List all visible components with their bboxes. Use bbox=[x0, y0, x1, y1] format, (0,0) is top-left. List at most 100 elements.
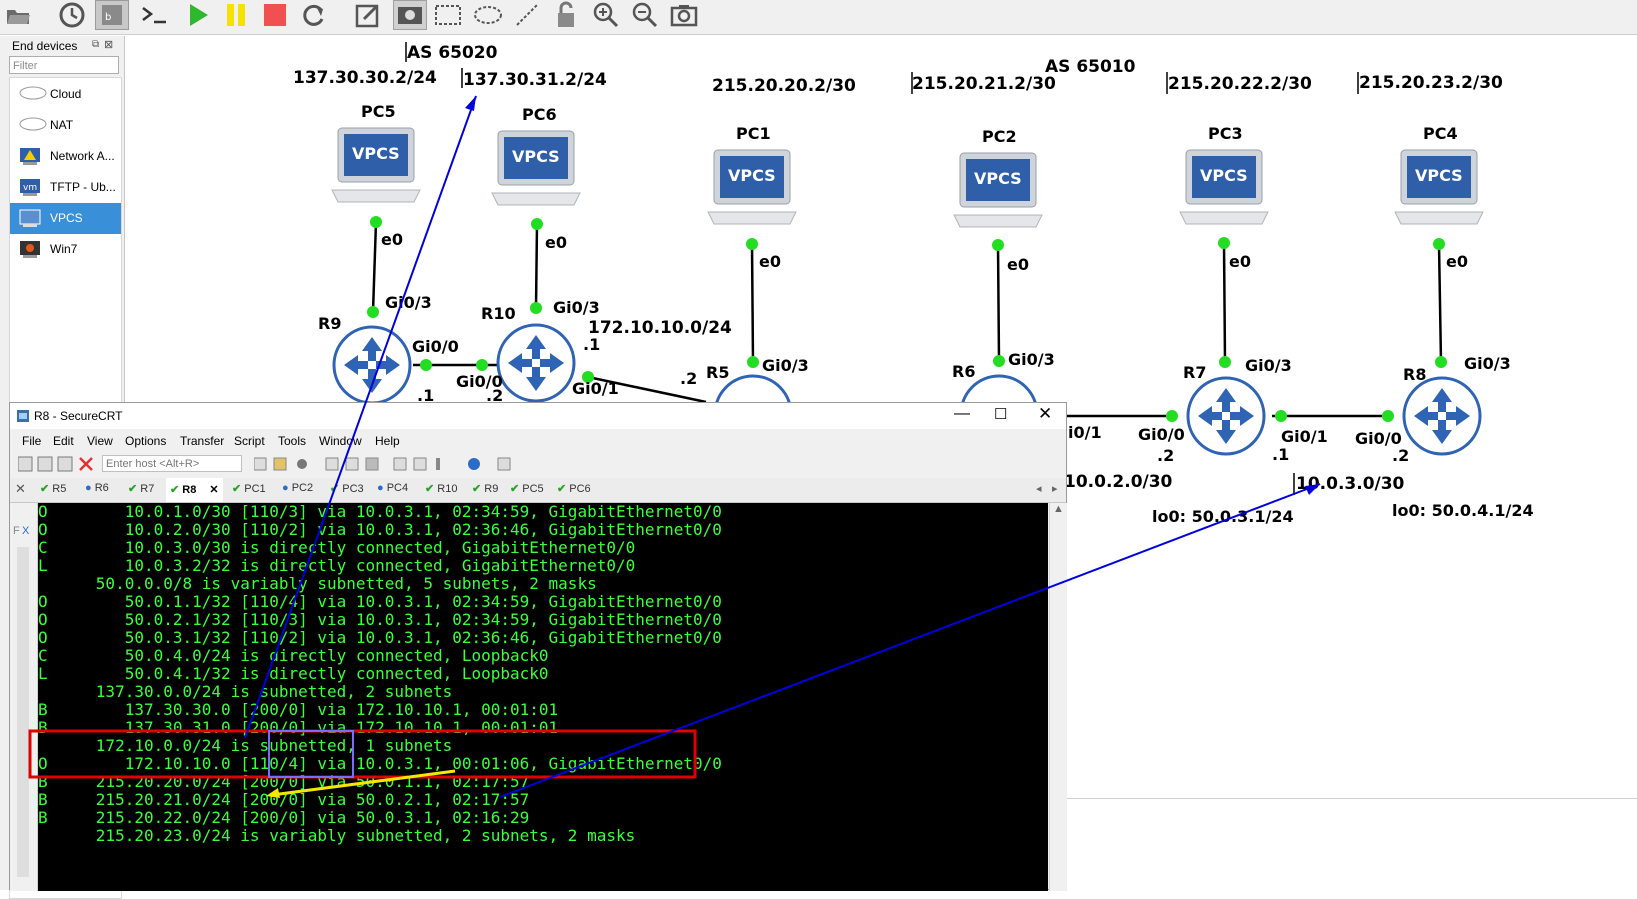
console-icon[interactable] bbox=[139, 0, 171, 30]
menu-edit[interactable]: Edit bbox=[53, 434, 74, 448]
terminal-line: B 137.30.30.0 [200/0] via 172.10.10.1, 0… bbox=[38, 700, 559, 719]
terminal-line: C 10.0.3.0/30 is directly connected, Gig… bbox=[38, 538, 636, 557]
tab-scroll-left-icon[interactable]: ◂ bbox=[1036, 482, 1042, 495]
minimize-icon[interactable]: — bbox=[954, 405, 970, 423]
tab-label: PC6 bbox=[569, 483, 591, 495]
tab-scroll-right-icon[interactable]: ▸ bbox=[1052, 482, 1058, 495]
note-icon[interactable] bbox=[352, 0, 384, 30]
filter-input[interactable]: Filter bbox=[9, 56, 119, 74]
network-label: 10.0.2.0/30 bbox=[1064, 472, 1173, 492]
filter-char: F bbox=[13, 525, 20, 537]
session-manager-strip: F X bbox=[10, 503, 38, 891]
tab-r10[interactable]: ✔ R10 bbox=[425, 482, 457, 495]
menu-options[interactable]: Options bbox=[125, 434, 166, 448]
toolbar-action-icons[interactable] bbox=[254, 456, 514, 472]
clock-icon[interactable] bbox=[56, 0, 88, 30]
close-icon[interactable]: ✕ bbox=[1038, 404, 1052, 424]
screenshot-icon[interactable] bbox=[668, 0, 700, 30]
svg-text:vm: vm bbox=[23, 183, 37, 193]
menu-file[interactable]: File bbox=[22, 434, 41, 448]
lock-icon[interactable] bbox=[550, 0, 582, 30]
menu-transfer[interactable]: Transfer bbox=[180, 434, 224, 448]
clear-filter-char[interactable]: X bbox=[22, 525, 29, 537]
terminal-scrollbar[interactable]: ▲ bbox=[1049, 503, 1067, 891]
pc-label: PC3 bbox=[1208, 124, 1243, 143]
tab-pc3[interactable]: ✔ PC3 bbox=[330, 482, 364, 495]
device-item-tftp[interactable]: vm TFTP - Ub... bbox=[10, 172, 121, 203]
tab-close-icon[interactable]: ✕ bbox=[209, 484, 218, 496]
device-item-nat[interactable]: NAT bbox=[10, 110, 121, 141]
disconnected-icon: ● bbox=[282, 482, 289, 494]
maximize-icon[interactable]: ☐ bbox=[994, 405, 1007, 423]
terminal-line: C 50.0.4.0/24 is directly connected, Loo… bbox=[38, 646, 549, 665]
stop-icon[interactable] bbox=[259, 0, 291, 30]
scroll-up-icon[interactable]: ▲ bbox=[1053, 503, 1064, 515]
device-item-label: VPCS bbox=[50, 211, 83, 225]
interface-label: .2 bbox=[680, 369, 698, 388]
tab-pc5[interactable]: ✔ PC5 bbox=[510, 482, 544, 495]
tab-label: PC1 bbox=[244, 483, 266, 495]
tab-r5[interactable]: ✔ R5 bbox=[40, 482, 66, 495]
zoom-out-icon[interactable] bbox=[629, 0, 661, 30]
start-icon[interactable] bbox=[182, 0, 214, 30]
terminal-line: O 10.0.2.0/30 [110/2] via 10.0.3.1, 02:3… bbox=[38, 520, 722, 539]
folder-open-icon[interactable] bbox=[2, 0, 34, 30]
tab-pc4[interactable]: ● PC4 bbox=[377, 482, 408, 494]
interface-label: e0 bbox=[1446, 252, 1468, 271]
tab-label: R9 bbox=[484, 483, 499, 495]
line-icon[interactable] bbox=[511, 0, 543, 30]
tabs-close-icon[interactable]: ✕ bbox=[15, 481, 26, 497]
terminal-line: 137.30.0.0/24 is subnetted, 2 subnets bbox=[38, 682, 453, 701]
router-label: R10 bbox=[481, 304, 516, 323]
device-item-win7[interactable]: Win7 bbox=[10, 234, 121, 265]
device-item-label: NAT bbox=[50, 118, 74, 132]
terminal-output[interactable]: O 10.0.1.0/30 [110/3] via 10.0.3.1, 02:3… bbox=[38, 503, 1048, 891]
connection-tool-icons[interactable] bbox=[18, 456, 100, 472]
device-item-vpcs[interactable]: VPCS bbox=[10, 203, 121, 234]
device-item-network-automation[interactable]: Network A... bbox=[10, 141, 121, 172]
tab-pc6[interactable]: ✔ PC6 bbox=[557, 482, 591, 495]
tab-pc2[interactable]: ● PC2 bbox=[282, 482, 313, 494]
pause-icon[interactable] bbox=[220, 0, 252, 30]
menu-view[interactable]: View bbox=[87, 434, 113, 448]
securecrt-app-icon bbox=[17, 410, 29, 422]
dock-close-icon[interactable]: ⊠ bbox=[104, 38, 113, 51]
terminal-line: 50.0.0.0/8 is variably subnetted, 5 subn… bbox=[38, 574, 597, 593]
dock-float-icon[interactable]: ⧉ bbox=[92, 39, 99, 50]
connected-check-icon: ✔ bbox=[425, 483, 435, 495]
interface-label: Gi0/1 bbox=[572, 379, 619, 398]
ellipse-icon[interactable] bbox=[472, 0, 504, 30]
zoom-in-icon[interactable] bbox=[590, 0, 622, 30]
menu-tools[interactable]: Tools bbox=[278, 434, 306, 448]
vm-icon: vm bbox=[20, 179, 40, 196]
menu-script[interactable]: Script bbox=[234, 434, 265, 448]
tab-pc1[interactable]: ✔ PC1 bbox=[232, 482, 266, 495]
network-automation-icon bbox=[20, 148, 40, 165]
device-item-cloud[interactable]: Cloud bbox=[10, 79, 121, 110]
terminal-line: B 215.20.21.0/24 [200/0] via 50.0.2.1, 0… bbox=[38, 790, 530, 809]
tab-label: PC2 bbox=[291, 482, 314, 494]
session-strip-scroll[interactable] bbox=[17, 547, 29, 877]
interface-label: Gi0/1 bbox=[1281, 427, 1328, 446]
interface-label: e0 bbox=[545, 233, 567, 252]
network-label: 215.20.22.2/30 bbox=[1168, 74, 1312, 94]
menu-help[interactable]: Help bbox=[375, 434, 400, 448]
securecrt-titlebar: R8 - SecureCRT — ☐ ✕ bbox=[10, 403, 1066, 429]
interface-label: e0 bbox=[759, 252, 781, 271]
interface-label: i0/1 bbox=[1068, 423, 1102, 442]
terminal-line: L 10.0.3.2/32 is directly connected, Gig… bbox=[38, 556, 636, 575]
reload-icon[interactable] bbox=[298, 0, 330, 30]
svg-text:b: b bbox=[105, 12, 111, 23]
host-input[interactable]: Enter host <Alt+R> bbox=[102, 455, 242, 472]
pc-label: PC2 bbox=[982, 127, 1017, 146]
image-icon[interactable] bbox=[393, 0, 427, 30]
tab-r9[interactable]: ✔ R9 bbox=[472, 482, 498, 495]
terminal-line: 215.20.23.0/24 is variably subnetted, 2 … bbox=[38, 826, 636, 845]
interface-label: Gi0/3 bbox=[1464, 354, 1511, 373]
tab-r6[interactable]: ● R6 bbox=[85, 482, 109, 494]
snapshot-icon[interactable]: b bbox=[95, 0, 129, 30]
rectangle-icon[interactable] bbox=[432, 0, 464, 30]
menu-window[interactable]: Window bbox=[319, 434, 362, 448]
tab-r7[interactable]: ✔ R7 bbox=[128, 482, 154, 495]
tab-r8[interactable]: ✔ R8 ✕ bbox=[166, 478, 223, 502]
